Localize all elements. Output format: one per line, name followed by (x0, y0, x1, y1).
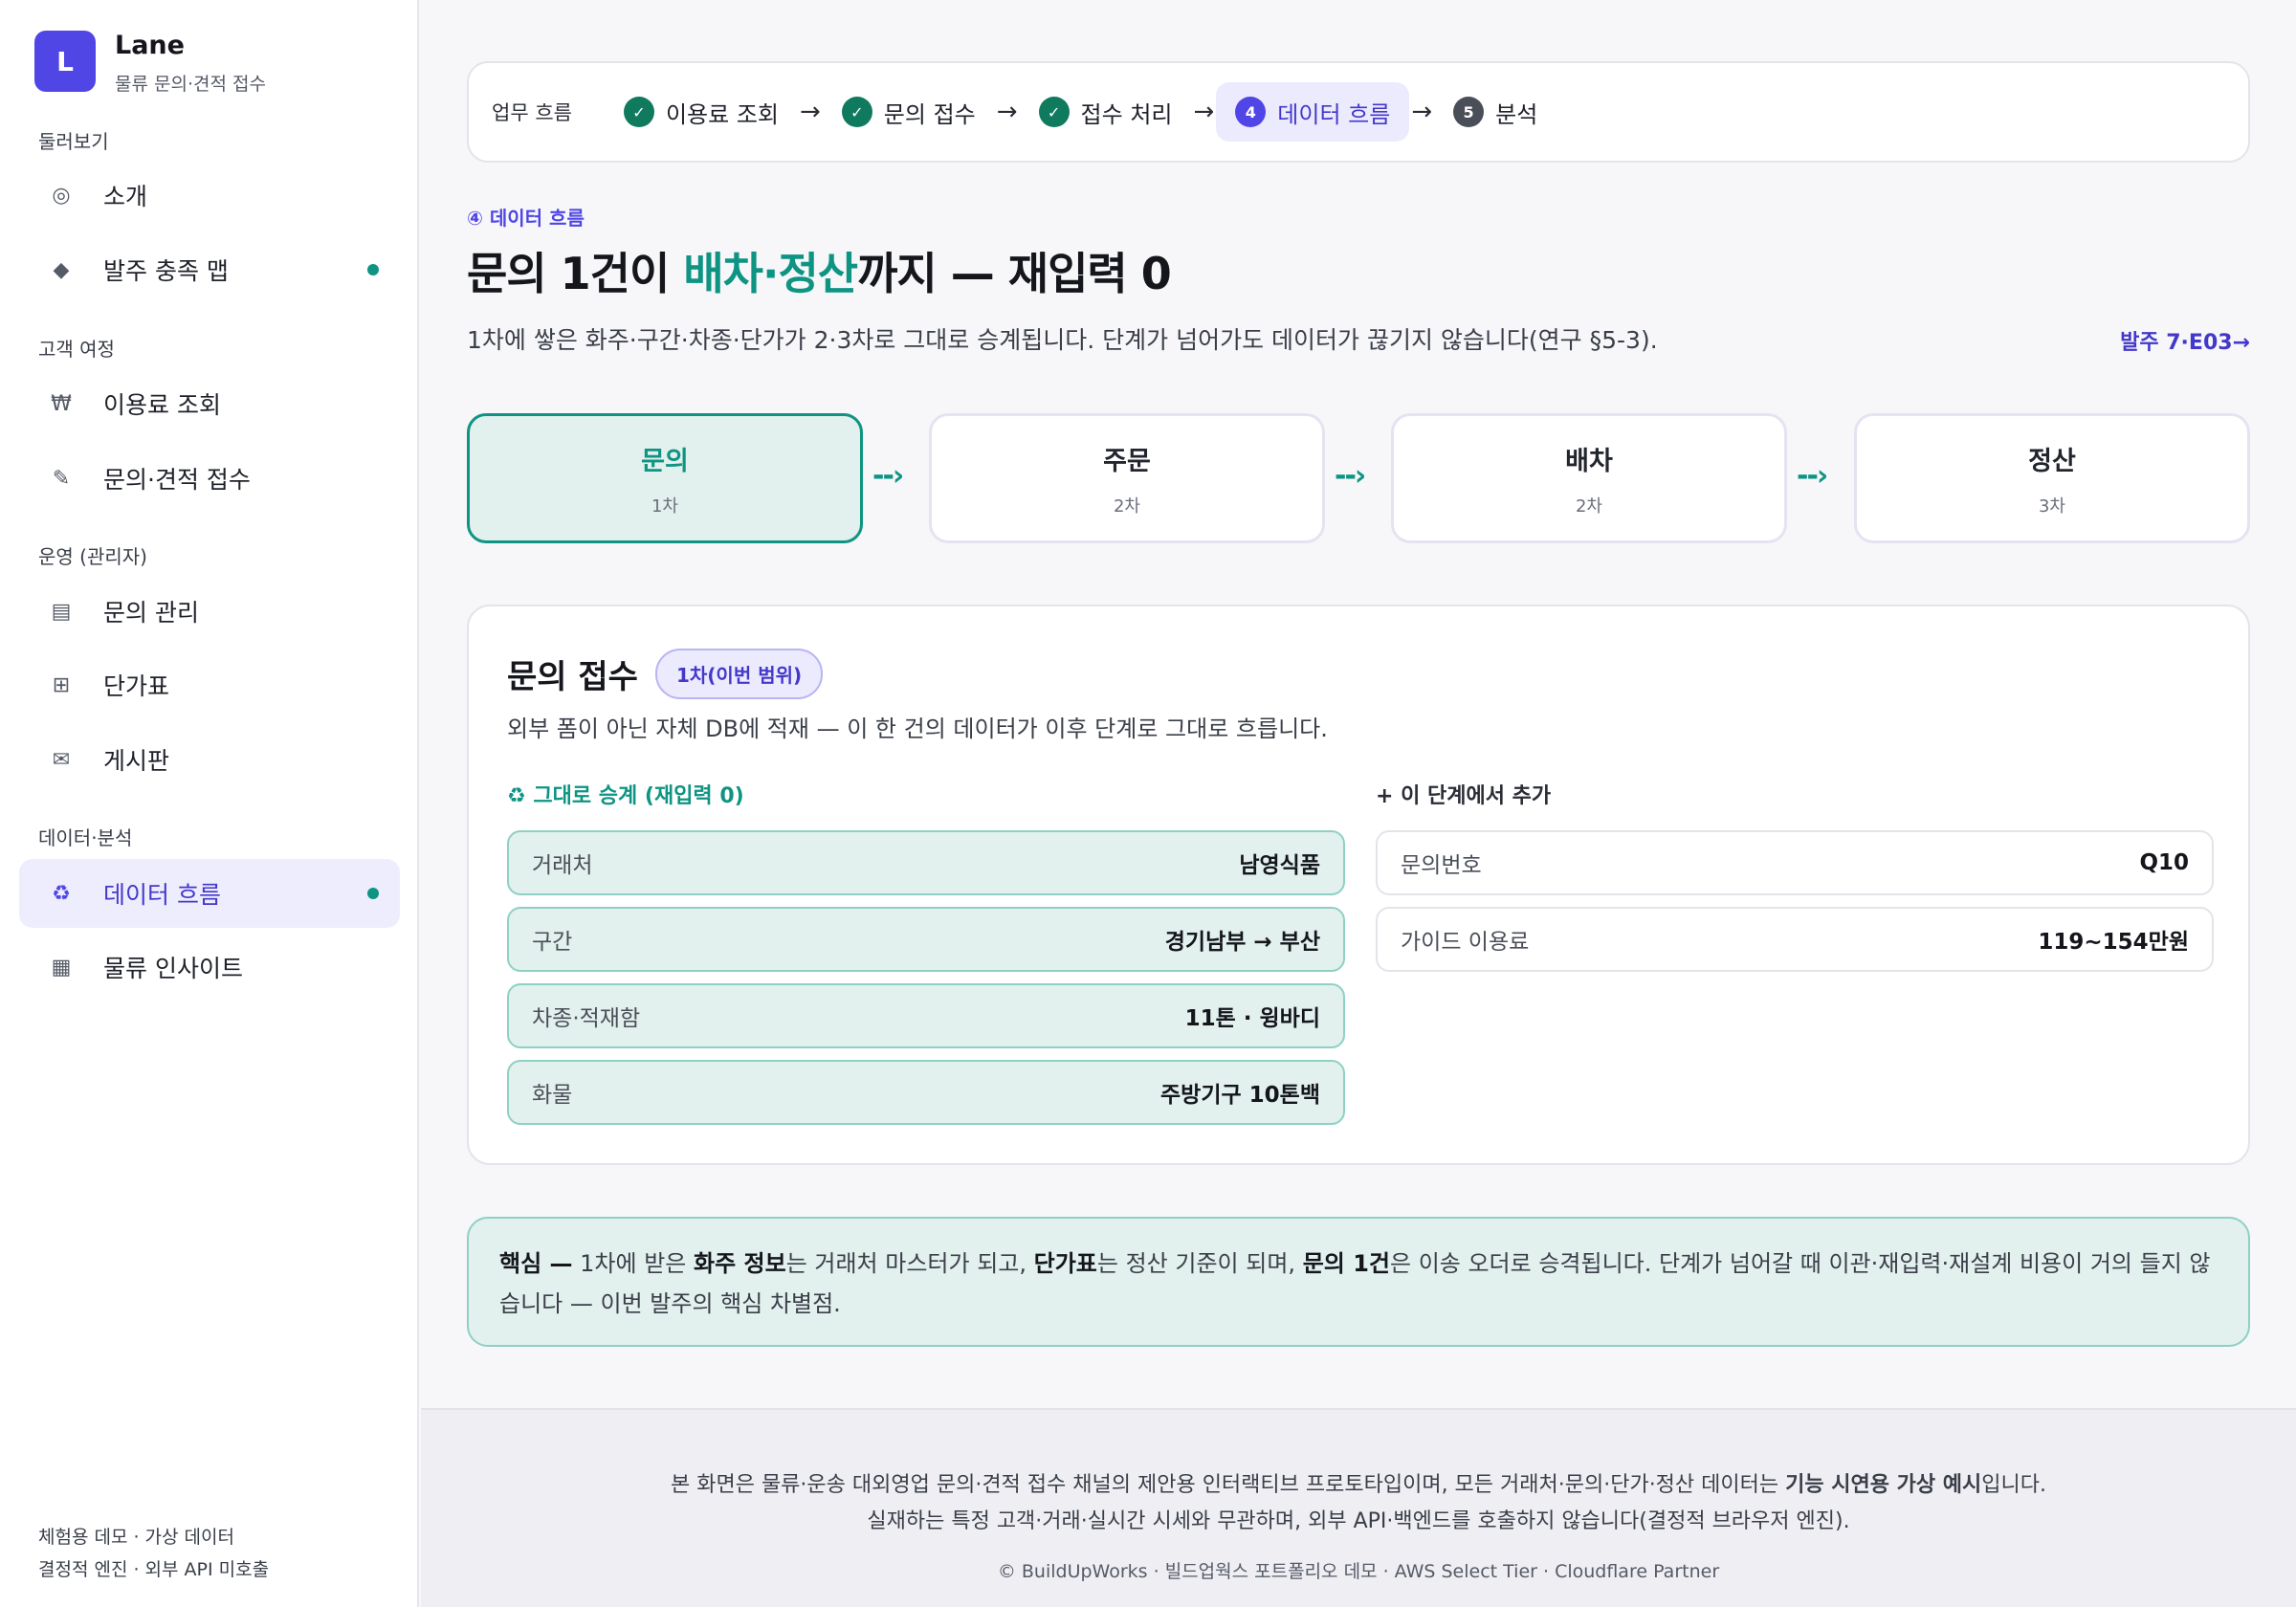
sidebar-item-label: 게시판 (103, 747, 170, 775)
flow-stage-title: 문의 (641, 446, 689, 476)
check-icon: ✓ (1038, 97, 1070, 127)
grid-icon: ⊞ (52, 672, 71, 697)
dashed-arrow-icon: --› (1335, 459, 1366, 493)
step-inquiry[interactable]: ✓ 문의 접수 (823, 82, 995, 142)
flow-stage-inquiry[interactable]: 문의 1차 (467, 413, 863, 543)
sidebar-item-price-table[interactable]: ⊞ 단가표 (19, 650, 400, 719)
arrow-right-icon: → (996, 98, 1018, 126)
sidebar-footer-line: 결정적 엔진 · 외부 API 미호출 (38, 1559, 270, 1580)
arrow-right-icon: → (1411, 98, 1433, 126)
inherited-heading: ♻ 그대로 승계 (재입력 0) (507, 784, 744, 808)
step-data-flow[interactable]: 4 데이터 흐름 (1216, 82, 1410, 142)
sidebar: L Lane 물류 문의·견적 접수 둘러보기 ◎ 소개 ◆ 발주 충족 맵 고… (0, 0, 419, 1607)
brand[interactable]: L Lane 물류 문의·견적 접수 (34, 31, 266, 96)
step-analysis[interactable]: 5 분석 (1434, 82, 1556, 142)
sidebar-item-label: 문의·견적 접수 (103, 466, 251, 494)
recycle-icon: ♻ (52, 881, 71, 906)
sidebar-item-label: 문의 관리 (103, 599, 199, 627)
brand-logo: L (34, 31, 96, 92)
dashed-arrow-icon: --› (872, 459, 904, 493)
key-point-callout: 핵심 — 1차에 받은 화주 정보는 거래처 마스터가 되고, 단가표는 정산 … (467, 1217, 2250, 1347)
sidebar-item-label: 데이터 흐름 (103, 881, 221, 909)
page-title: 문의 1건이 배차·정산까지 — 재입력 0 (467, 248, 1172, 299)
flow-stage-title: 배차 (1565, 446, 1613, 476)
step-label: 데이터 흐름 (1277, 100, 1391, 128)
chart-icon: ▦ (51, 955, 72, 980)
nav-section-browse: 둘러보기 (38, 130, 109, 153)
flow-stage-title: 정산 (2028, 446, 2076, 476)
card-title: 문의 접수 1차(이번 범위) (507, 649, 824, 699)
nav-section-admin: 운영 (관리자) (38, 545, 147, 568)
inherited-field: 거래처 남영식품 (507, 830, 1345, 895)
flow-stage-phase: 2차 (1575, 495, 1602, 517)
sidebar-item-label: 소개 (103, 183, 148, 210)
sidebar-item-label: 이용료 조회 (103, 391, 221, 419)
list-icon: ▤ (51, 599, 72, 624)
step-label: 분석 (1495, 100, 1538, 128)
footer-disclaimer: 본 화면은 물류·운송 대외영업 문의·견적 접수 채널의 제안용 인터랙티브 … (671, 1473, 2046, 1497)
inherited-field: 차종·적재함 11톤 · 윙바디 (507, 983, 1345, 1048)
sidebar-item-order-map[interactable]: ◆ 발주 충족 맵 (19, 235, 400, 304)
sidebar-item-label: 물류 인사이트 (103, 955, 243, 982)
dashed-arrow-icon: --› (1797, 459, 1828, 493)
stepper-label: 업무 흐름 (492, 101, 572, 124)
arrow-right-icon: → (1193, 98, 1215, 126)
flow-stage-order[interactable]: 주문 2차 (929, 413, 1325, 543)
added-heading: + 이 단계에서 추가 (1376, 784, 1552, 808)
page-eyebrow: ④ 데이터 흐름 (467, 207, 585, 230)
inherited-field: 구간 경기남부 → 부산 (507, 907, 1345, 972)
sidebar-item-label: 단가표 (103, 672, 170, 700)
check-icon: ✓ (841, 97, 872, 127)
sidebar-item-data-flow[interactable]: ♻ 데이터 흐름 (19, 859, 400, 928)
flow-stage-dispatch[interactable]: 배차 2차 (1391, 413, 1787, 543)
footer-disclaimer: 실재하는 특정 고객·거래·실시간 시세와 무관하며, 외부 API·백엔드를 … (867, 1509, 1850, 1533)
check-icon: ✓ (623, 97, 654, 127)
brand-subtitle: 물류 문의·견적 접수 (115, 74, 266, 95)
flow-diagram: 문의 1차 --› 주문 2차 --› 배차 2차 --› 정산 3차 (467, 413, 2250, 543)
sidebar-item-intro[interactable]: ◎ 소개 (19, 161, 400, 230)
won-icon: ₩ (51, 391, 72, 416)
nav-section-customer: 고객 여정 (38, 338, 115, 361)
sidebar-item-fee-lookup[interactable]: ₩ 이용료 조회 (19, 369, 400, 438)
flow-stage-phase: 1차 (651, 495, 678, 517)
inherited-field: 화물 주방기구 10톤백 (507, 1060, 1345, 1125)
sidebar-item-inquiry-admin[interactable]: ▤ 문의 관리 (19, 577, 400, 646)
scope-badge: 1차(이번 범위) (654, 649, 824, 699)
sidebar-item-board[interactable]: ✉ 게시판 (19, 725, 400, 794)
mail-icon: ✉ (52, 747, 71, 772)
flow-stage-phase: 2차 (1113, 495, 1140, 517)
step-label: 이용료 조회 (665, 100, 779, 128)
status-dot (367, 888, 379, 899)
added-field: 문의번호 Q10 (1376, 830, 2214, 895)
flow-stage-phase: 3차 (2038, 495, 2065, 517)
pencil-icon: ✎ (52, 466, 71, 491)
status-dot (367, 264, 379, 275)
workflow-stepper: 업무 흐름 ✓ 이용료 조회 → ✓ 문의 접수 → ✓ 접수 처리 → 4 데… (467, 61, 2250, 163)
brand-name: Lane (115, 31, 185, 60)
arrow-right-icon: → (800, 98, 821, 126)
sidebar-item-inquiry-form[interactable]: ✎ 문의·견적 접수 (19, 444, 400, 513)
page-footer: 본 화면은 물류·운송 대외영업 문의·견적 접수 채널의 제안용 인터랙티브 … (421, 1408, 2296, 1607)
target-icon: ◎ (52, 183, 71, 208)
footer-copyright: © BuildUpWorks · 빌드업웍스 포트폴리오 데모 · AWS Se… (997, 1561, 1720, 1582)
step-processing[interactable]: ✓ 접수 처리 (1020, 82, 1192, 142)
order-link[interactable]: 발주 7·E03→ (2120, 325, 2250, 356)
page-description: 1차에 쌓은 화주·구간·차종·단가가 2·3차로 그대로 승계됩니다. 단계가… (467, 326, 1658, 354)
added-field: 가이드 이용료 119~154만원 (1376, 907, 2214, 972)
sidebar-footer-line: 체험용 데모 · 가상 데이터 (38, 1527, 234, 1548)
flow-stage-title: 주문 (1103, 446, 1151, 476)
sidebar-item-insight[interactable]: ▦ 물류 인사이트 (19, 933, 400, 1002)
nav-section-data: 데이터·분석 (38, 826, 133, 849)
sidebar-item-label: 발주 충족 맵 (103, 257, 229, 285)
step-label: 문의 접수 (883, 100, 976, 128)
step-fee-lookup[interactable]: ✓ 이용료 조회 (605, 82, 798, 142)
stage-detail-card: 문의 접수 1차(이번 범위) 외부 폼이 아닌 자체 DB에 적재 — 이 한… (467, 605, 2250, 1165)
card-description: 외부 폼이 아닌 자체 DB에 적재 — 이 한 건의 데이터가 이후 단계로 … (507, 715, 1328, 742)
flow-stage-settlement[interactable]: 정산 3차 (1854, 413, 2250, 543)
step-label: 접수 처리 (1080, 100, 1173, 128)
step-number: 5 (1453, 97, 1485, 127)
main-content: 업무 흐름 ✓ 이용료 조회 → ✓ 문의 접수 → ✓ 접수 처리 → 4 데… (421, 0, 2296, 1607)
step-number: 4 (1235, 97, 1267, 127)
diamond-icon: ◆ (53, 257, 70, 282)
